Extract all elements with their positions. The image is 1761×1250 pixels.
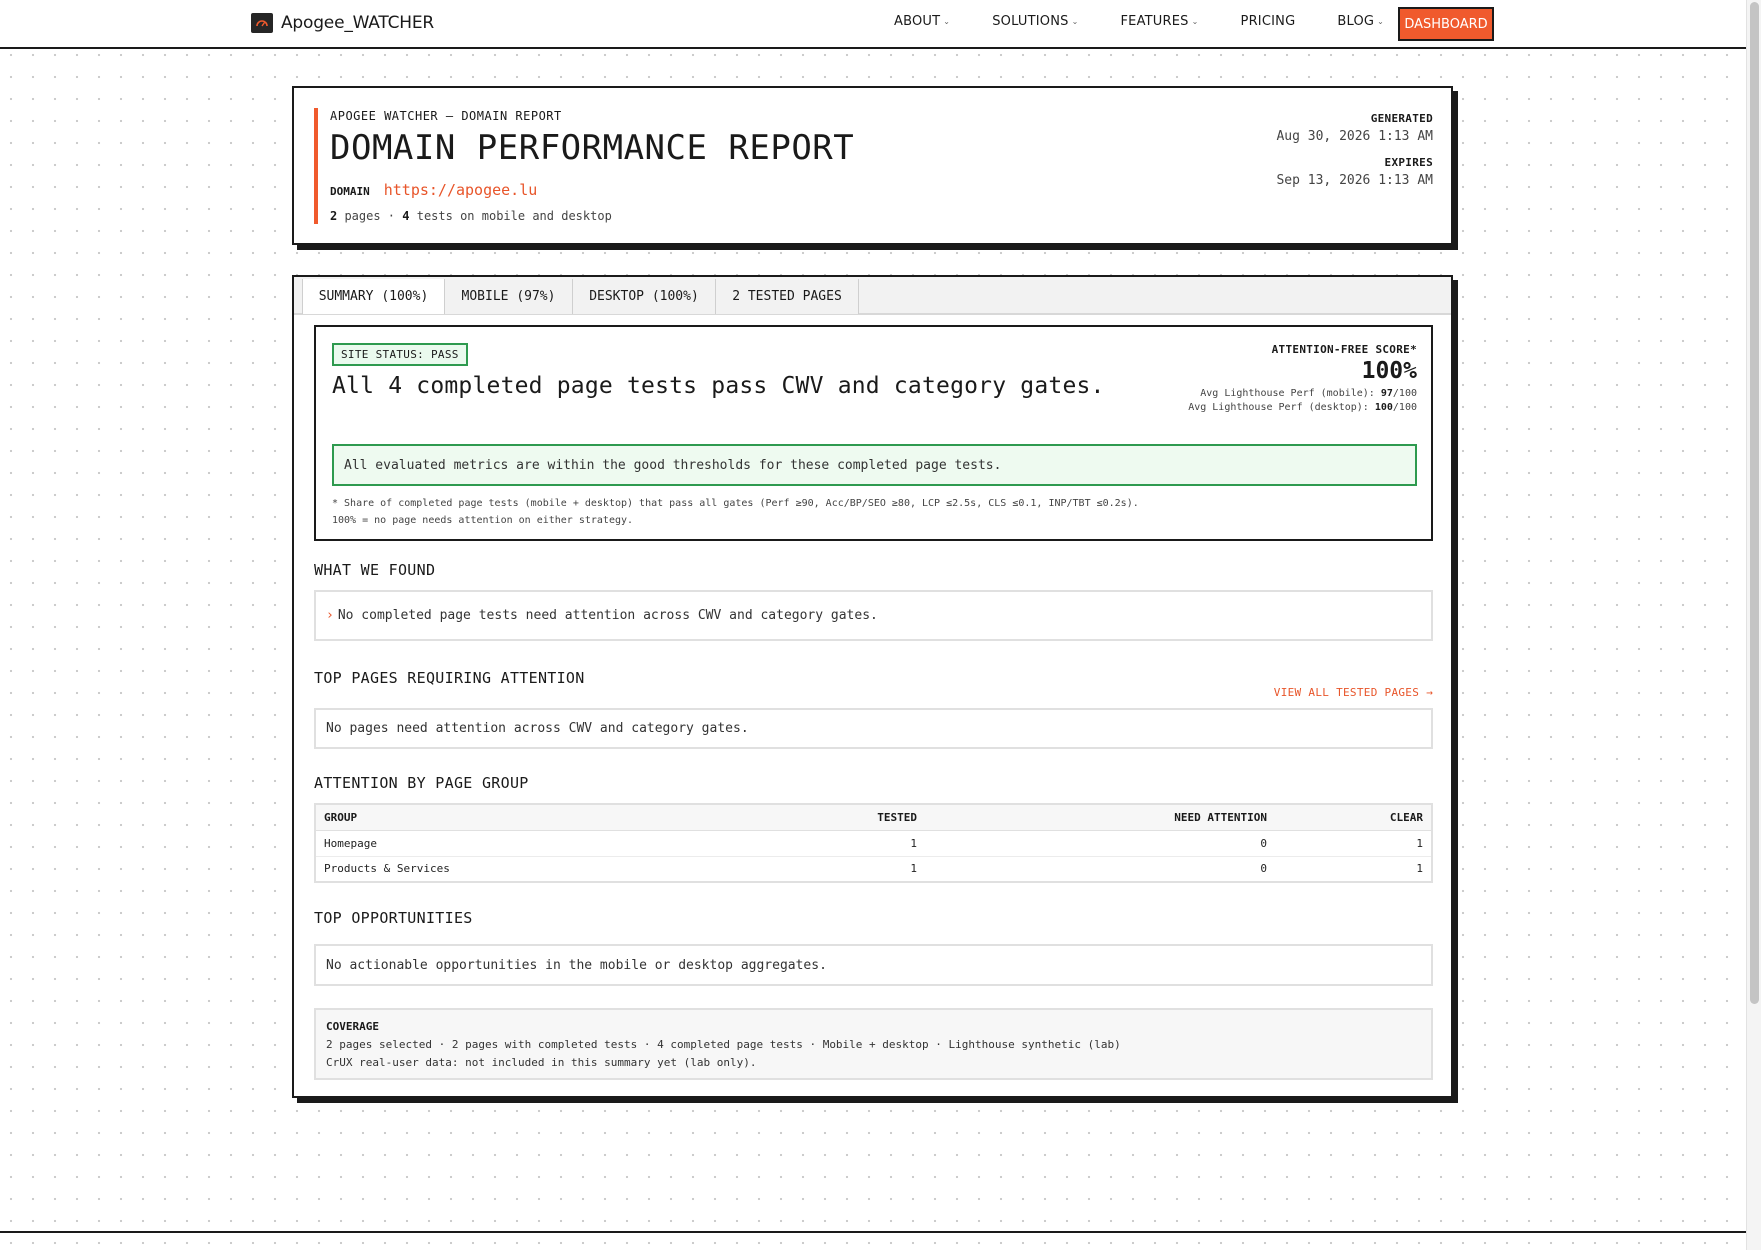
site-status-panel: SITE STATUS: PASS All 4 completed page t… <box>314 325 1433 541</box>
footnote-line-1: * Share of completed page tests (mobile … <box>332 498 1139 509</box>
page-group-table: GROUP TESTED NEED ATTENTION CLEAR Homepa… <box>314 803 1433 883</box>
coverage-line-1: 2 pages selected · 2 pages with complete… <box>326 1038 1121 1051</box>
domain-link[interactable]: https://apogee.lu <box>384 181 538 199</box>
brand[interactable]: Apogee_WATCHER <box>251 13 434 33</box>
col-clear: CLEAR <box>1275 804 1432 831</box>
tab-mobile[interactable]: MOBILE (97%) <box>445 279 573 314</box>
good-threshold-message: All evaluated metrics are within the goo… <box>332 444 1417 486</box>
avg-desktop-label: Avg Lighthouse Perf (desktop): <box>1188 402 1375 413</box>
page-title: DOMAIN PERFORMANCE REPORT <box>330 128 855 168</box>
chevron-down-icon: ⌄ <box>1071 17 1079 26</box>
top-pages-empty: No pages need attention across CWV and c… <box>314 708 1433 749</box>
avg-desktop-line: Avg Lighthouse Perf (desktop): 100/100 <box>1188 401 1417 415</box>
avg-desktop-total: /100 <box>1392 402 1417 413</box>
group-name: Homepage <box>315 830 845 857</box>
nav-blog[interactable]: BLOG ⌄ <box>1337 14 1384 29</box>
footer-divider <box>0 1231 1746 1233</box>
report-header-card: APOGEE WATCHER – DOMAIN REPORT DOMAIN PE… <box>292 86 1453 245</box>
accent-bar <box>314 108 318 224</box>
chevron-down-icon: ⌄ <box>1191 17 1199 26</box>
coverage-line-2: CrUX real-user data: not included in thi… <box>326 1056 757 1069</box>
page-scrollbar[interactable] <box>1746 0 1761 1250</box>
what-we-found-heading: WHAT WE FOUND <box>314 561 436 579</box>
avg-mobile-label: Avg Lighthouse Perf (mobile): <box>1200 388 1381 399</box>
report-meta: GENERATED Aug 30, 2026 1:13 AM EXPIRES S… <box>1276 112 1433 200</box>
gauge-logo-icon <box>251 13 273 33</box>
need-attention-count: 0 <box>925 830 1275 857</box>
report-eyebrow: APOGEE WATCHER – DOMAIN REPORT <box>330 109 562 123</box>
generated-value: Aug 30, 2026 1:13 AM <box>1276 129 1433 144</box>
status-badge: SITE STATUS: PASS <box>332 343 468 366</box>
nav-solutions[interactable]: SOLUTIONS ⌄ <box>992 14 1078 29</box>
tests-count: 4 <box>402 209 410 223</box>
score-footnote: * Share of completed page tests (mobile … <box>332 495 1139 529</box>
opportunities-empty: No actionable opportunities in the mobil… <box>314 944 1433 986</box>
nav-blog-label: BLOG <box>1337 14 1375 29</box>
nav-pricing[interactable]: PRICING <box>1241 14 1296 29</box>
tests-text: tests on mobile and desktop <box>409 209 612 223</box>
expires-label: EXPIRES <box>1384 156 1433 169</box>
score-label: ATTENTION-FREE SCORE* <box>1271 343 1417 356</box>
clear-count: 1 <box>1275 856 1432 883</box>
col-need-attention: NEED ATTENTION <box>925 804 1275 831</box>
page-group-heading: ATTENTION BY PAGE GROUP <box>314 774 529 792</box>
need-attention-count: 0 <box>925 856 1275 883</box>
expires-value: Sep 13, 2026 1:13 AM <box>1276 173 1433 188</box>
tab-tested-pages[interactable]: 2 TESTED PAGES <box>716 279 859 314</box>
col-tested: TESTED <box>845 804 925 831</box>
avg-perf-lines: Avg Lighthouse Perf (mobile): 97/100 Avg… <box>1188 387 1417 415</box>
score-area: ATTENTION-FREE SCORE* 100% Avg Lighthous… <box>1188 343 1417 415</box>
pages-summary: 2 pages · 4 tests on mobile and desktop <box>330 209 612 223</box>
view-all-tested-pages-link[interactable]: VIEW ALL TESTED PAGES → <box>1274 686 1433 699</box>
group-name: Products & Services <box>315 856 845 883</box>
report-tabs: SUMMARY (100%) MOBILE (97%) DESKTOP (100… <box>294 277 1451 315</box>
table-header-row: GROUP TESTED NEED ATTENTION CLEAR <box>315 804 1432 831</box>
nav-features-label: FEATURES <box>1120 14 1189 29</box>
tab-summary[interactable]: SUMMARY (100%) <box>302 279 445 314</box>
score-value: 100% <box>1361 358 1417 384</box>
tab-desktop[interactable]: DESKTOP (100%) <box>573 279 716 314</box>
footnote-line-2: 100% = no page needs attention on either… <box>332 515 634 526</box>
table-row: Products & Services 1 0 1 <box>315 856 1432 883</box>
finding-item: No completed page tests need attention a… <box>337 608 878 623</box>
table-row: Homepage 1 0 1 <box>315 830 1432 857</box>
top-pages-heading: TOP PAGES REQUIRING ATTENTION <box>314 669 585 687</box>
domain-label: DOMAIN <box>330 185 370 198</box>
clear-count: 1 <box>1275 830 1432 857</box>
tested-count: 1 <box>845 830 925 857</box>
generated-label: GENERATED <box>1370 112 1433 125</box>
dashboard-button[interactable]: DASHBOARD <box>1398 7 1494 41</box>
report-main-card: SUMMARY (100%) MOBILE (97%) DESKTOP (100… <box>292 275 1453 1098</box>
top-opportunities-heading: TOP OPPORTUNITIES <box>314 909 473 927</box>
nav-links: ABOUT ⌄ SOLUTIONS ⌄ FEATURES ⌄ PRICING BLOG… <box>894 14 1426 29</box>
nav-pricing-label: PRICING <box>1240 14 1296 29</box>
scrollbar-thumb[interactable] <box>1750 2 1759 1004</box>
col-group: GROUP <box>315 804 845 831</box>
pages-text: pages · <box>337 209 403 223</box>
nav-features[interactable]: FEATURES ⌄ <box>1120 14 1198 29</box>
nav-about-label: ABOUT <box>894 14 941 29</box>
status-headline: All 4 completed page tests pass CWV and … <box>332 373 1105 399</box>
domain-row: DOMAIN https://apogee.lu <box>330 181 537 199</box>
chevron-right-icon: › <box>326 608 334 623</box>
avg-mobile-value: 97 <box>1380 388 1393 399</box>
chevron-down-icon: ⌄ <box>1377 17 1385 26</box>
top-nav: Apogee_WATCHER ABOUT ⌄ SOLUTIONS ⌄ FEATURE… <box>0 0 1746 49</box>
coverage-title: COVERAGE <box>326 1020 379 1033</box>
tested-count: 1 <box>845 856 925 883</box>
brand-name: Apogee_WATCHER <box>281 13 435 33</box>
avg-desktop-value: 100 <box>1374 402 1393 413</box>
avg-mobile-total: /100 <box>1392 388 1417 399</box>
avg-mobile-line: Avg Lighthouse Perf (mobile): 97/100 <box>1188 387 1417 401</box>
nav-about[interactable]: ABOUT ⌄ <box>894 14 950 29</box>
coverage-panel: COVERAGE 2 pages selected · 2 pages with… <box>314 1008 1433 1080</box>
findings-list: › No completed page tests need attention… <box>314 590 1433 641</box>
chevron-down-icon: ⌄ <box>943 17 951 26</box>
nav-solutions-label: SOLUTIONS <box>992 14 1069 29</box>
